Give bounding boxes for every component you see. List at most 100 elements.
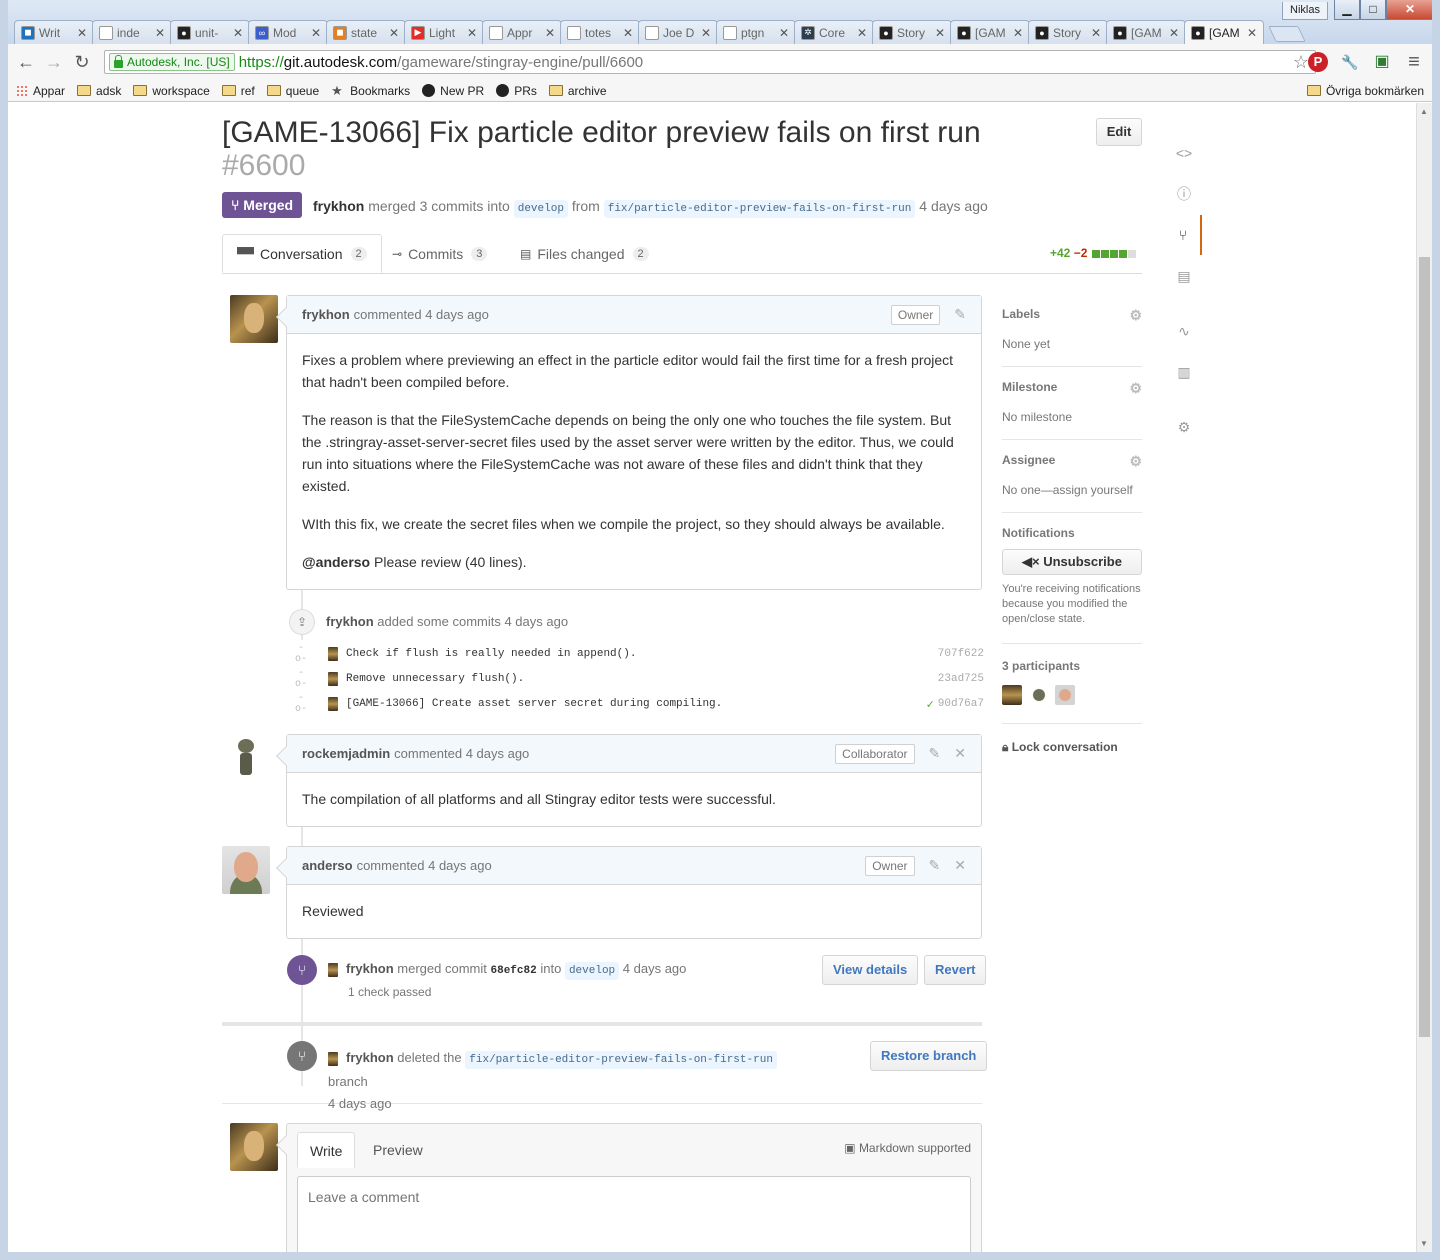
tab-commits[interactable]: ⊸ Commits 3 (378, 234, 501, 273)
commit-sha[interactable]: 90d76a7 (938, 698, 984, 710)
browser-tab[interactable]: ◼ state ✕ (326, 20, 406, 44)
pr-author-link[interactable]: frykhon (313, 198, 364, 214)
browser-tab[interactable]: ▶ Light ✕ (404, 20, 484, 44)
markdown-hint[interactable]: ▣ Markdown supported (844, 1141, 971, 1155)
settings-gear-icon[interactable]: ⚙ (1166, 407, 1202, 447)
commit-message[interactable]: [GAME-13066] Create asset server secret … (346, 698, 927, 710)
delete-x-icon[interactable]: ✕ (954, 745, 966, 762)
address-bar[interactable]: Autodesk, Inc. [US] https://git.autodesk… (104, 50, 1316, 74)
new-tab-button[interactable] (1268, 26, 1306, 42)
commit-message[interactable]: Remove unnecessary flush(). (346, 673, 938, 685)
edit-pencil-icon[interactable]: ✎ (929, 745, 941, 762)
comment-textarea[interactable] (297, 1176, 971, 1252)
back-icon[interactable]: ← (16, 52, 36, 72)
comment-timestamp[interactable]: commented 4 days ago (354, 307, 489, 322)
avatar[interactable] (222, 846, 270, 894)
tab-close-icon[interactable]: ✕ (233, 26, 243, 40)
browser-tab[interactable]: ● [GAM ✕ (950, 20, 1030, 44)
tab-close-icon[interactable]: ✕ (311, 26, 321, 40)
tab-close-icon[interactable]: ✕ (545, 26, 555, 40)
delete-x-icon[interactable]: ✕ (954, 857, 966, 874)
pulse-icon[interactable]: ∿ (1166, 311, 1202, 351)
event-author[interactable]: frykhon (346, 1050, 394, 1065)
tab-close-icon[interactable]: ✕ (1091, 26, 1101, 40)
ev-certificate-badge[interactable]: Autodesk, Inc. [US] (109, 53, 235, 71)
event-timestamp[interactable]: 4 days ago (328, 1096, 392, 1111)
tab-write[interactable]: Write (297, 1132, 356, 1168)
browser-tab[interactable]: ● [GAM ✕ (1106, 20, 1186, 44)
tab-close-icon[interactable]: ✕ (623, 26, 633, 40)
restore-branch-button[interactable]: Restore branch (870, 1041, 988, 1071)
checks-summary[interactable]: 1 check passed (348, 985, 431, 999)
browser-tab[interactable]: ● unit- ✕ (170, 20, 250, 44)
forward-icon[interactable]: → (44, 52, 64, 72)
avatar[interactable] (230, 295, 278, 343)
avatar[interactable] (328, 647, 338, 661)
bookmark-bookmarks[interactable]: ★ Bookmarks (331, 84, 410, 98)
tab-close-icon[interactable]: ✕ (155, 26, 165, 40)
tab-close-icon[interactable]: ✕ (389, 26, 399, 40)
bookmark-folder-archive[interactable]: archive (548, 84, 607, 98)
browser-tab[interactable]: ∞ Mod ✕ (248, 20, 328, 44)
bookmark-apps[interactable]: Appar (16, 84, 65, 98)
tab-close-icon[interactable]: ✕ (1169, 26, 1179, 40)
browser-tab[interactable]: ▯ Appr ✕ (482, 20, 562, 44)
participant-avatar[interactable] (1055, 685, 1076, 705)
participant-avatar[interactable] (1002, 685, 1022, 705)
event-author[interactable]: frykhon (326, 614, 374, 629)
tab-close-icon[interactable]: ✕ (935, 26, 945, 40)
star-icon[interactable]: ☆ (1293, 52, 1309, 73)
graphs-icon[interactable]: ▥ (1166, 352, 1202, 392)
scrollbar[interactable]: ▲ ▼ (1416, 103, 1432, 1252)
menu-icon[interactable]: ≡ (1404, 52, 1424, 72)
avatar[interactable] (328, 1051, 338, 1066)
tab-close-icon[interactable]: ✕ (77, 26, 87, 40)
revert-button[interactable]: Revert (924, 955, 987, 985)
browser-tab[interactable]: ● Story ✕ (1028, 20, 1108, 44)
minimize-button[interactable]: ▁ (1334, 0, 1360, 20)
tab-close-icon[interactable]: ✕ (857, 26, 867, 40)
comment-timestamp[interactable]: commented 4 days ago (394, 746, 529, 761)
browser-tab[interactable]: ✲ Core ✕ (794, 20, 874, 44)
avatar[interactable] (328, 672, 338, 686)
scroll-thumb[interactable] (1419, 257, 1430, 1037)
bookmark-folder-ref[interactable]: ref (221, 84, 255, 98)
gear-icon[interactable]: ⚙ (1129, 307, 1142, 324)
other-bookmarks[interactable]: Övriga bokmärken (1306, 84, 1424, 98)
wrench-icon[interactable]: 🔧 (1340, 52, 1360, 72)
bookmark-prs[interactable]: PRs (496, 84, 537, 98)
edit-pencil-icon[interactable]: ✎ (929, 857, 941, 874)
pull-requests-icon[interactable]: ⑂ (1166, 215, 1202, 255)
browser-tab[interactable]: ● [GAM ✕ (1184, 20, 1264, 44)
commit-sha[interactable]: 707f622 (938, 648, 984, 660)
comment-author[interactable]: anderso (302, 858, 353, 873)
gear-icon[interactable]: ⚙ (1129, 380, 1142, 397)
browser-tab[interactable]: ▯ Joe D ✕ (638, 20, 718, 44)
tab-close-icon[interactable]: ✕ (779, 26, 789, 40)
tab-files-changed[interactable]: ▤ Files changed 2 (506, 234, 663, 273)
scroll-up-icon[interactable]: ▲ (1420, 107, 1428, 116)
tab-close-icon[interactable]: ✕ (467, 26, 477, 40)
comment-author[interactable]: rockemjadmin (302, 746, 390, 761)
reload-icon[interactable]: ↻ (72, 52, 92, 72)
bookmark-folder-adsk[interactable]: adsk (77, 84, 121, 98)
edit-title-button[interactable]: Edit (1096, 118, 1142, 146)
tab-close-icon[interactable]: ✕ (1247, 26, 1257, 40)
user-mention[interactable]: @anderso (302, 554, 370, 570)
participant-avatar[interactable] (1028, 685, 1049, 705)
extension-icon[interactable]: ▣ (1372, 52, 1392, 72)
event-timestamp[interactable]: 4 days ago (623, 961, 687, 976)
browser-tab[interactable]: ▯ totes ✕ (560, 20, 640, 44)
bookmark-folder-queue[interactable]: queue (266, 84, 319, 98)
pinterest-icon[interactable]: P (1308, 52, 1328, 72)
browser-tab[interactable]: ▯ inde ✕ (92, 20, 172, 44)
tab-close-icon[interactable]: ✕ (701, 26, 711, 40)
unsubscribe-button[interactable]: ◀× Unsubscribe (1002, 549, 1142, 575)
code-icon[interactable]: <> (1166, 133, 1202, 173)
browser-tab[interactable]: ● Story ✕ (872, 20, 952, 44)
avatar[interactable] (328, 697, 338, 711)
close-window-button[interactable]: ✕ (1386, 0, 1434, 20)
avatar[interactable] (222, 733, 270, 781)
comment-timestamp[interactable]: commented 4 days ago (357, 858, 492, 873)
wiki-icon[interactable]: ▤ (1166, 256, 1202, 296)
